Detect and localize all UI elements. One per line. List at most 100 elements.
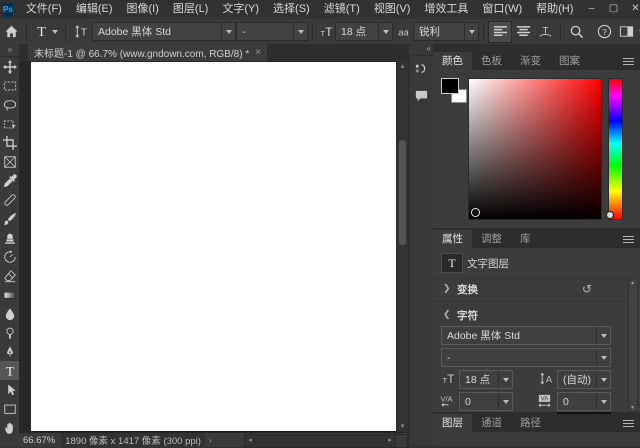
history-panel-icon[interactable] — [409, 56, 434, 82]
tool-hand-button[interactable] — [0, 418, 19, 437]
tab-color-3[interactable]: 图案 — [550, 52, 589, 70]
menu-item-5[interactable]: 选择(S) — [266, 0, 317, 19]
tool-rectangle-button[interactable] — [0, 399, 19, 418]
blur-icon — [3, 307, 17, 321]
document-tab[interactable]: 未标题-1 @ 66.7% (www.gndown.com, RGB/8) * … — [28, 44, 267, 61]
font-family-select[interactable]: Adobe 黑体 Std — [92, 22, 236, 41]
vertical-scrollbar-thumb[interactable] — [399, 140, 406, 245]
tab-color-0[interactable]: 颜色 — [433, 52, 472, 70]
help-icon[interactable] — [593, 22, 615, 42]
window-controls: – ▢ ✕ — [580, 0, 640, 19]
dock-collapse-button[interactable]: « — [409, 44, 434, 56]
tool-eyedropper-button[interactable] — [0, 171, 19, 190]
tab-layers-1[interactable]: 通道 — [472, 414, 511, 432]
menu-item-7[interactable]: 视图(V) — [367, 0, 418, 19]
tool-dodge-button[interactable] — [0, 323, 19, 342]
font-style-select[interactable]: - — [236, 22, 308, 41]
scroll-right-icon[interactable]: ▸ — [385, 435, 395, 447]
search-icon[interactable] — [565, 22, 587, 42]
kerning-select[interactable]: 0 — [459, 392, 513, 411]
menu-item-0[interactable]: 文件(F) — [19, 0, 69, 19]
close-button[interactable]: ✕ — [624, 0, 640, 19]
tool-blur-button[interactable] — [0, 304, 19, 323]
tool-crop-button[interactable] — [0, 133, 19, 152]
tool-gradient-button[interactable] — [0, 285, 19, 304]
font-size-select[interactable]: 18 点 — [335, 22, 393, 41]
color-marker[interactable] — [471, 208, 480, 217]
tab-layers-0[interactable]: 图层 — [433, 414, 472, 432]
tool-lasso-button[interactable] — [0, 95, 19, 114]
tool-path-selection-button[interactable] — [0, 380, 19, 399]
foreground-color-swatch[interactable] — [441, 78, 459, 94]
scroll-up-icon[interactable]: ▴ — [629, 279, 636, 286]
properties-font-family-select[interactable]: Adobe 黑体 Std — [441, 326, 611, 345]
menu-item-8[interactable]: 增效工具 — [417, 0, 475, 19]
minimize-button[interactable]: – — [580, 0, 602, 19]
reset-icon[interactable]: ↺ — [582, 282, 592, 296]
menu-item-3[interactable]: 图层(L) — [166, 0, 215, 19]
properties-font-size-select[interactable]: 18 点 — [459, 370, 513, 389]
text-orientation-button[interactable] — [70, 22, 92, 42]
status-chevron-icon[interactable]: › — [209, 436, 212, 445]
tab-properties-0[interactable]: 属性 — [433, 230, 472, 248]
color-swatches[interactable] — [441, 78, 471, 106]
tool-spot-healing-button[interactable] — [0, 190, 19, 209]
panel-toggle-icon[interactable] — [615, 22, 637, 42]
tool-pen-button[interactable] — [0, 342, 19, 361]
menu-item-9[interactable]: 窗口(W) — [475, 0, 529, 19]
tool-move-button[interactable] — [0, 57, 19, 76]
marquee-icon — [3, 79, 17, 93]
vertical-scrollbar[interactable]: ▴ ▾ — [396, 61, 408, 432]
menu-item-6[interactable]: 滤镜(T) — [317, 0, 367, 19]
tool-frame-button[interactable] — [0, 152, 19, 171]
panel-menu-icon[interactable] — [623, 236, 634, 243]
tool-clone-stamp-button[interactable] — [0, 228, 19, 247]
tool-history-brush-button[interactable] — [0, 247, 19, 266]
scroll-left-icon[interactable]: ◂ — [245, 435, 255, 447]
tool-type-button[interactable] — [0, 361, 19, 380]
home-icon[interactable] — [0, 22, 22, 42]
toolbar-expand-button[interactable]: » — [0, 44, 19, 57]
align-center-button[interactable] — [512, 22, 534, 42]
hue-slider[interactable] — [608, 78, 623, 220]
maximize-button[interactable]: ▢ — [602, 0, 624, 19]
tracking-select[interactable]: 0 — [557, 392, 611, 411]
menu-item-10[interactable]: 帮助(H) — [529, 0, 580, 19]
close-icon[interactable]: × — [255, 47, 261, 58]
scroll-down-icon[interactable]: ▾ — [397, 421, 408, 432]
menu-item-1[interactable]: 编辑(E) — [69, 0, 120, 19]
active-tool-preset[interactable] — [31, 24, 61, 39]
tool-marquee-button[interactable] — [0, 76, 19, 95]
warp-text-button[interactable] — [534, 22, 556, 42]
document-canvas[interactable] — [31, 62, 396, 431]
comment-icon[interactable] — [409, 82, 434, 108]
menu-item-4[interactable]: 文字(Y) — [215, 0, 266, 19]
panel-menu-icon[interactable] — [623, 420, 634, 427]
hue-marker[interactable] — [606, 211, 614, 219]
tab-properties-1[interactable]: 调整 — [472, 230, 511, 248]
chevron-down-icon — [464, 23, 478, 40]
properties-font-style-select[interactable]: - — [441, 348, 611, 367]
align-left-button[interactable] — [488, 21, 512, 43]
properties-scrollbar[interactable]: ▴ ▾ — [628, 278, 638, 412]
tab-color-2[interactable]: 渐变 — [511, 52, 550, 70]
leading-select[interactable]: (自动) — [557, 370, 611, 389]
scroll-up-icon[interactable]: ▴ — [397, 61, 408, 72]
tool-object-selection-button[interactable] — [0, 114, 19, 133]
anti-alias-select[interactable]: 锐利 — [413, 22, 479, 41]
zoom-level[interactable]: 66.67% — [23, 435, 55, 446]
transform-section[interactable]: ❯ 变换 ↺ — [433, 278, 628, 302]
saturation-brightness-field[interactable] — [468, 78, 602, 220]
scroll-down-icon[interactable]: ▾ — [629, 404, 636, 411]
panel-dock-strip: « — [408, 44, 435, 446]
tab-layers-2[interactable]: 路径 — [511, 414, 550, 432]
canvas-pasteboard[interactable]: ▴ ▾ — [19, 61, 408, 432]
tab-color-1[interactable]: 色板 — [472, 52, 511, 70]
tool-eraser-button[interactable] — [0, 266, 19, 285]
path-selection-icon — [3, 383, 17, 397]
tab-properties-2[interactable]: 库 — [511, 230, 540, 248]
tool-brush-button[interactable] — [0, 209, 19, 228]
panel-menu-icon[interactable] — [623, 58, 634, 65]
chevron-down-icon — [596, 327, 610, 344]
menu-item-2[interactable]: 图像(I) — [120, 0, 166, 19]
